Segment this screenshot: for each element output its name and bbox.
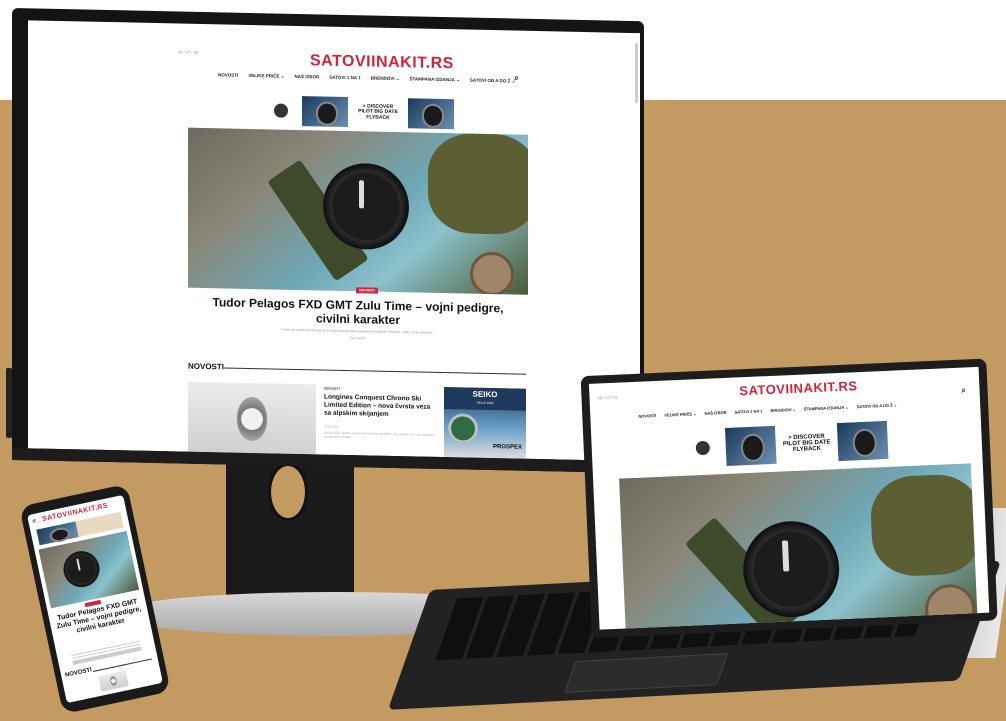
nav-item-satovi-1-na-1[interactable]: SATOVI 1 NA 1 [329,75,360,82]
side-ad-brand: SEIKO [444,387,526,411]
side-ad-watch [448,413,478,444]
tablet-nav: NOVOSTI VELIKE PRIČE ⌄ NAŠ IZBOR SATOVI … [638,402,897,418]
nav-item-novosti[interactable]: NOVOSTI [218,72,238,78]
news-card-date: 08.07.2025 [324,424,340,429]
nav-item-stampana-izdanja[interactable]: ŠTAMPANA IZDANJA ⌄ [410,76,460,83]
tablet-header-date: 08 / 07 / 25 [597,394,618,401]
tablet-nav-nas-izbor[interactable]: NAŠ IZBOR [704,410,726,416]
tablet-hero-image[interactable] [619,463,978,630]
section-divider [224,367,526,375]
trackpad[interactable] [564,653,729,693]
tablet-search-icon[interactable]: ⌕ [961,385,966,395]
watch-shape [323,162,409,251]
ad-line-3: FLYBACK [366,114,390,121]
ad-watch-image [302,96,348,128]
nav-item-satovi-od-a-do-z[interactable]: SATOVI OD A DO Ž ⌄ [470,78,516,85]
site-logo[interactable]: SATOVIINAKIT.RS [310,52,454,73]
side-ad-prospex: PROSPEX [492,444,522,451]
tablet-ad-watch-image-2 [836,420,889,462]
tablet-glove-shape [869,472,978,578]
tablet-nav-novosti[interactable]: NOVOSTI [638,413,656,419]
monitor-stand-cutout [268,463,308,521]
news-card-excerpt: Još od 1924. godine Longines je zvanični… [324,430,435,440]
tablet-nav-stampana-izdanja[interactable]: ŠTAMPANA IZDANJA ⌄ [804,405,849,412]
phone-hero-image[interactable] [38,530,140,609]
phone-excerpt-lines [71,640,142,665]
tablet-screen: 08 / 07 / 25 SATOVIINAKIT.RS ⌕ NOVOSTI V… [588,366,990,630]
glove-shape [428,132,528,236]
desktop-monitor: 08 / 07 / 25 SATOVIINAKIT.RS ⌕ NOVOSTI V… [6,8,644,474]
tablet-ad-watch-image [724,425,777,466]
hero-title[interactable]: Tudor Pelagos FXD GMT Zulu Time – vojni … [208,295,508,330]
patch-shape [470,251,514,295]
nav-item-brendovi[interactable]: BRENDOVI ⌄ [371,76,400,83]
ad-text: > DISCOVER PILOT BIG DATE FLYBACK [348,103,408,121]
tablet-ad-brand-logo [679,428,727,468]
main-nav: NOVOSTI VELIKE PRIČE ⌄ NAŠ IZBOR SATOVI … [218,72,515,84]
ad-banner[interactable]: > DISCOVER PILOT BIG DATE FLYBACK [260,95,456,130]
phone-card-image[interactable] [98,670,129,692]
tablet-nav-satovi-od-a-do-z[interactable]: SATOVI OD A DO Ž ⌄ [857,402,898,409]
news-card-image[interactable] [188,381,316,457]
hero-author: Sa Srebro [350,336,366,341]
nav-item-nas-izbor[interactable]: NAŠ IZBOR [295,74,320,81]
header-date: 08 / 07 / 25 [178,49,199,55]
monitor-side-buttons [6,367,12,438]
tablet-site-logo[interactable]: SATOVIINAKIT.RS [739,378,858,398]
scrollbar[interactable] [635,43,638,104]
phone-section-title: NOVOSTI [64,667,93,679]
phone-menu-icon[interactable]: ≡ [32,519,37,526]
side-ad[interactable]: SEIKO SINCE 1881 PROSPEX [444,387,526,461]
tablet-device: 08 / 07 / 25 SATOVIINAKIT.RS ⌕ NOVOSTI V… [580,358,998,638]
tablet-nav-velike-price[interactable]: VELIKE PRIČE ⌄ [664,411,696,417]
ad-watch-image-2 [408,98,454,130]
hero-image[interactable] [188,127,528,295]
tablet-ad-text: > DISCOVER PILOT BIG DATE FLYBACK [775,433,838,455]
ad-brand-logo [260,95,302,127]
desktop-screen: 08 / 07 / 25 SATOVIINAKIT.RS ⌕ NOVOSTI V… [28,20,640,462]
section-title-novosti: NOVOSTI [188,361,225,372]
nav-item-velike-price[interactable]: VELIKE PRIČE ⌄ [248,73,284,80]
tablet-nav-satovi-1-na-1[interactable]: SATOVI 1 NA 1 [734,408,762,414]
tablet-nav-brendovi[interactable]: BRENDOVI ⌄ [770,407,796,413]
hero-category-badge[interactable]: NOVOSTI [356,287,378,294]
tablet-ad-banner[interactable]: > DISCOVER PILOT BIG DATE FLYBACK [679,420,891,468]
phone-watch-shape [60,547,103,591]
news-card-title[interactable]: Longines Conquest Chrono Ski Limited Edi… [324,394,436,420]
news-card-tag[interactable]: NOVOSTI [324,387,340,391]
